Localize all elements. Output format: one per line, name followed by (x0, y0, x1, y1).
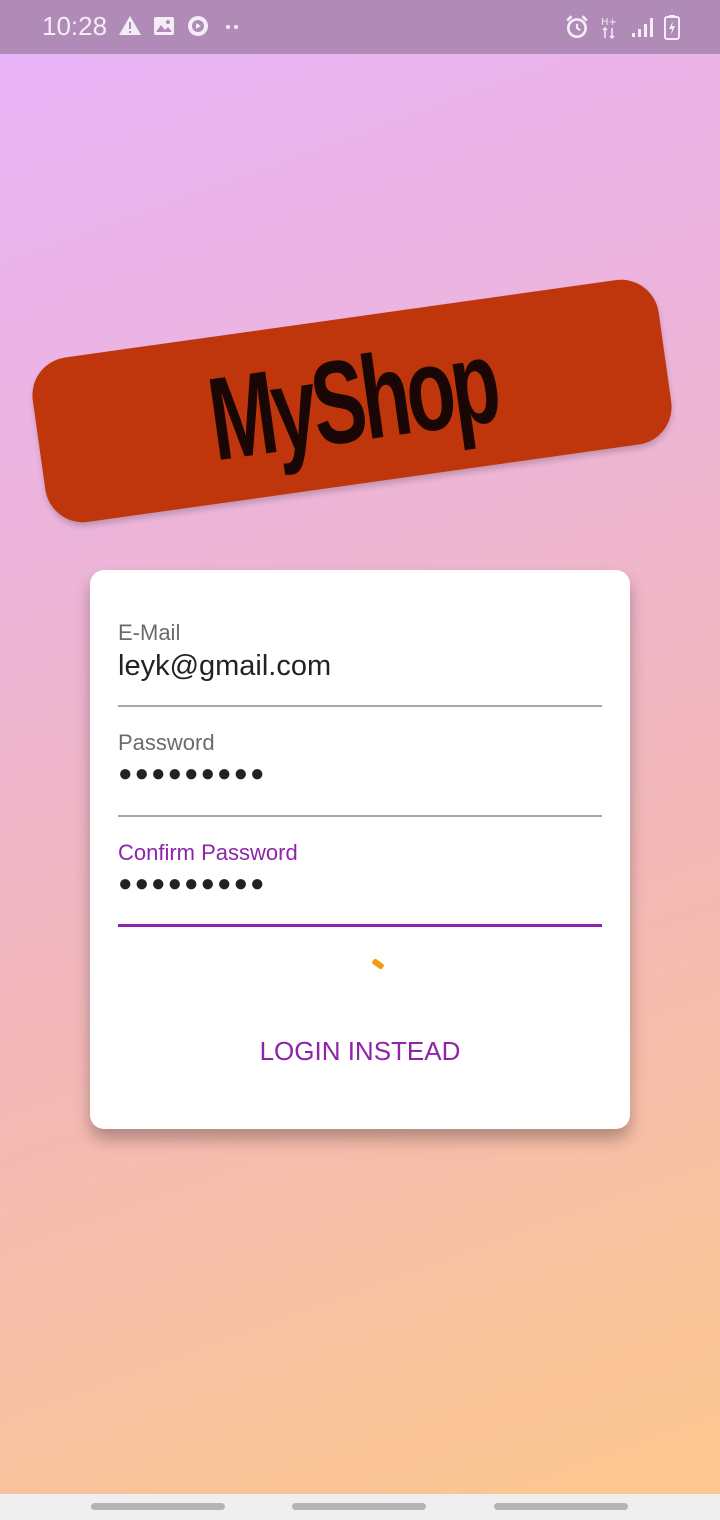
status-left-icons (118, 14, 244, 38)
status-bar: 10:28 H+ (0, 0, 720, 54)
email-underline (118, 705, 602, 707)
svg-text:H+: H+ (601, 17, 617, 28)
confirm-password-underline (118, 924, 602, 927)
alarm-icon (566, 15, 588, 39)
status-right-icons: H+ (564, 14, 680, 40)
email-label: E-Mail (118, 620, 181, 645)
play-circle-icon (188, 16, 208, 36)
status-time: 10:28 (42, 11, 108, 41)
logo-banner: MyShop (27, 274, 677, 528)
email-field[interactable]: E-Mail leyk@gmail.com (118, 620, 602, 708)
nav-recents-button[interactable] (91, 1503, 225, 1510)
confirm-password-label: Confirm Password (118, 840, 298, 865)
system-nav-bar (0, 1494, 720, 1520)
network-hplus-icon: H+ (601, 17, 617, 40)
password-underline (118, 815, 602, 817)
confirm-password-input[interactable]: ●●●●●●●●● (118, 870, 266, 898)
auth-card: E-Mail leyk@gmail.com Password ●●●●●●●●●… (90, 570, 630, 1129)
email-input[interactable]: leyk@gmail.com (118, 650, 331, 683)
image-icon (154, 17, 174, 35)
nav-back-button[interactable] (494, 1503, 628, 1510)
warning-icon (119, 16, 141, 35)
loading-spinner (371, 958, 385, 970)
app-logo-title: MyShop (200, 315, 504, 487)
nav-home-button[interactable] (292, 1503, 426, 1510)
confirm-password-field[interactable]: Confirm Password ●●●●●●●●● (118, 840, 602, 928)
login-instead-button[interactable]: LOGIN INSTEAD (90, 1036, 630, 1067)
battery-charging-icon (664, 15, 680, 40)
more-dots-icon (226, 25, 238, 29)
password-input[interactable]: ●●●●●●●●● (118, 760, 266, 788)
signal-icon (632, 18, 653, 37)
password-field[interactable]: Password ●●●●●●●●● (118, 730, 602, 818)
password-label: Password (118, 730, 215, 755)
